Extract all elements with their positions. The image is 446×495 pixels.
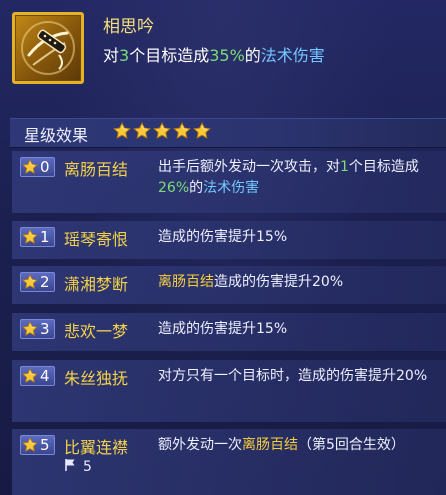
damage-type: 法术伤害	[260, 46, 325, 65]
star-level-badge: 5	[20, 435, 55, 455]
effect-description: 对方只有一个目标时，造成的伤害提升20%	[158, 368, 428, 384]
star-effect-row[interactable]: 0 离肠百结 出手后额外发动一次攻击，对1个目标造成26%的法术伤害	[12, 151, 446, 213]
flag-icon	[64, 458, 78, 476]
star-icon	[22, 321, 38, 337]
effect-description: 造成的伤害提升15%	[158, 229, 288, 245]
star-icon	[113, 122, 131, 140]
star-effect-row[interactable]: 4 朱丝独抚 对方只有一个目标时，造成的伤害提升20%	[12, 360, 446, 422]
star-icon	[173, 122, 191, 140]
star-level-badge: 3	[20, 319, 55, 339]
effect-name: 朱丝独抚	[64, 369, 129, 388]
star-level-number: 3	[40, 320, 50, 338]
star-level-number: 0	[40, 158, 50, 176]
effect-name: 潇湘梦断	[64, 275, 129, 294]
star-icon	[193, 122, 211, 140]
flute-weapon-icon[interactable]	[12, 12, 84, 84]
star-level-number: 1	[40, 228, 50, 246]
star-level-number: 5	[40, 436, 50, 454]
star-level-badge: 2	[20, 272, 55, 292]
flag-counter: 5	[64, 458, 92, 476]
star-level-number: 4	[40, 367, 50, 385]
star-effect-row[interactable]: 1 瑶琴寄恨 造成的伤害提升15%	[12, 221, 446, 259]
star-level-badge: 0	[20, 157, 55, 177]
skill-name: 相思吟	[103, 17, 154, 37]
damage-percent: 35%	[209, 46, 245, 65]
skill-description: 对3个目标造成35%的法术伤害	[103, 46, 325, 65]
effect-name: 悲欢一梦	[64, 322, 129, 341]
effect-name: 离肠百结	[64, 160, 129, 179]
star-effect-row[interactable]: 3 悲欢一梦 造成的伤害提升15%	[12, 313, 446, 351]
star-icon	[153, 122, 171, 140]
star-icon	[22, 437, 38, 453]
effect-description: 出手后额外发动一次攻击，对1个目标造成26%的法术伤害	[158, 159, 419, 196]
star-level-number: 2	[40, 273, 50, 291]
star-level-badge: 1	[20, 227, 55, 247]
star-icon	[22, 368, 38, 384]
target-count: 3	[119, 46, 130, 65]
star-effect-row[interactable]: 2 潇湘梦断 离肠百结造成的伤害提升20%	[12, 266, 446, 304]
star-level-badge: 4	[20, 366, 55, 386]
effect-name: 瑶琴寄恨	[64, 230, 129, 249]
flag-count: 5	[83, 459, 92, 475]
star-effect-row[interactable]: 5 比翼连襟 额外发动一次离肠百结（第5回合生效） 5	[12, 429, 446, 495]
effect-description: 造成的伤害提升15%	[158, 321, 288, 337]
star-effects-header: 星级效果	[10, 118, 446, 148]
star-icon	[22, 229, 38, 245]
effect-description: 离肠百结造成的伤害提升20%	[158, 274, 344, 290]
effect-name: 比翼连襟	[64, 438, 129, 457]
effect-description: 额外发动一次离肠百结（第5回合生效）	[158, 437, 405, 453]
section-title: 星级效果	[24, 126, 89, 145]
star-icon	[22, 159, 38, 175]
star-rating	[113, 122, 211, 142]
star-icon	[22, 274, 38, 290]
skill-header: 相思吟 对3个目标造成35%的法术伤害	[0, 0, 446, 95]
star-icon	[133, 122, 151, 140]
